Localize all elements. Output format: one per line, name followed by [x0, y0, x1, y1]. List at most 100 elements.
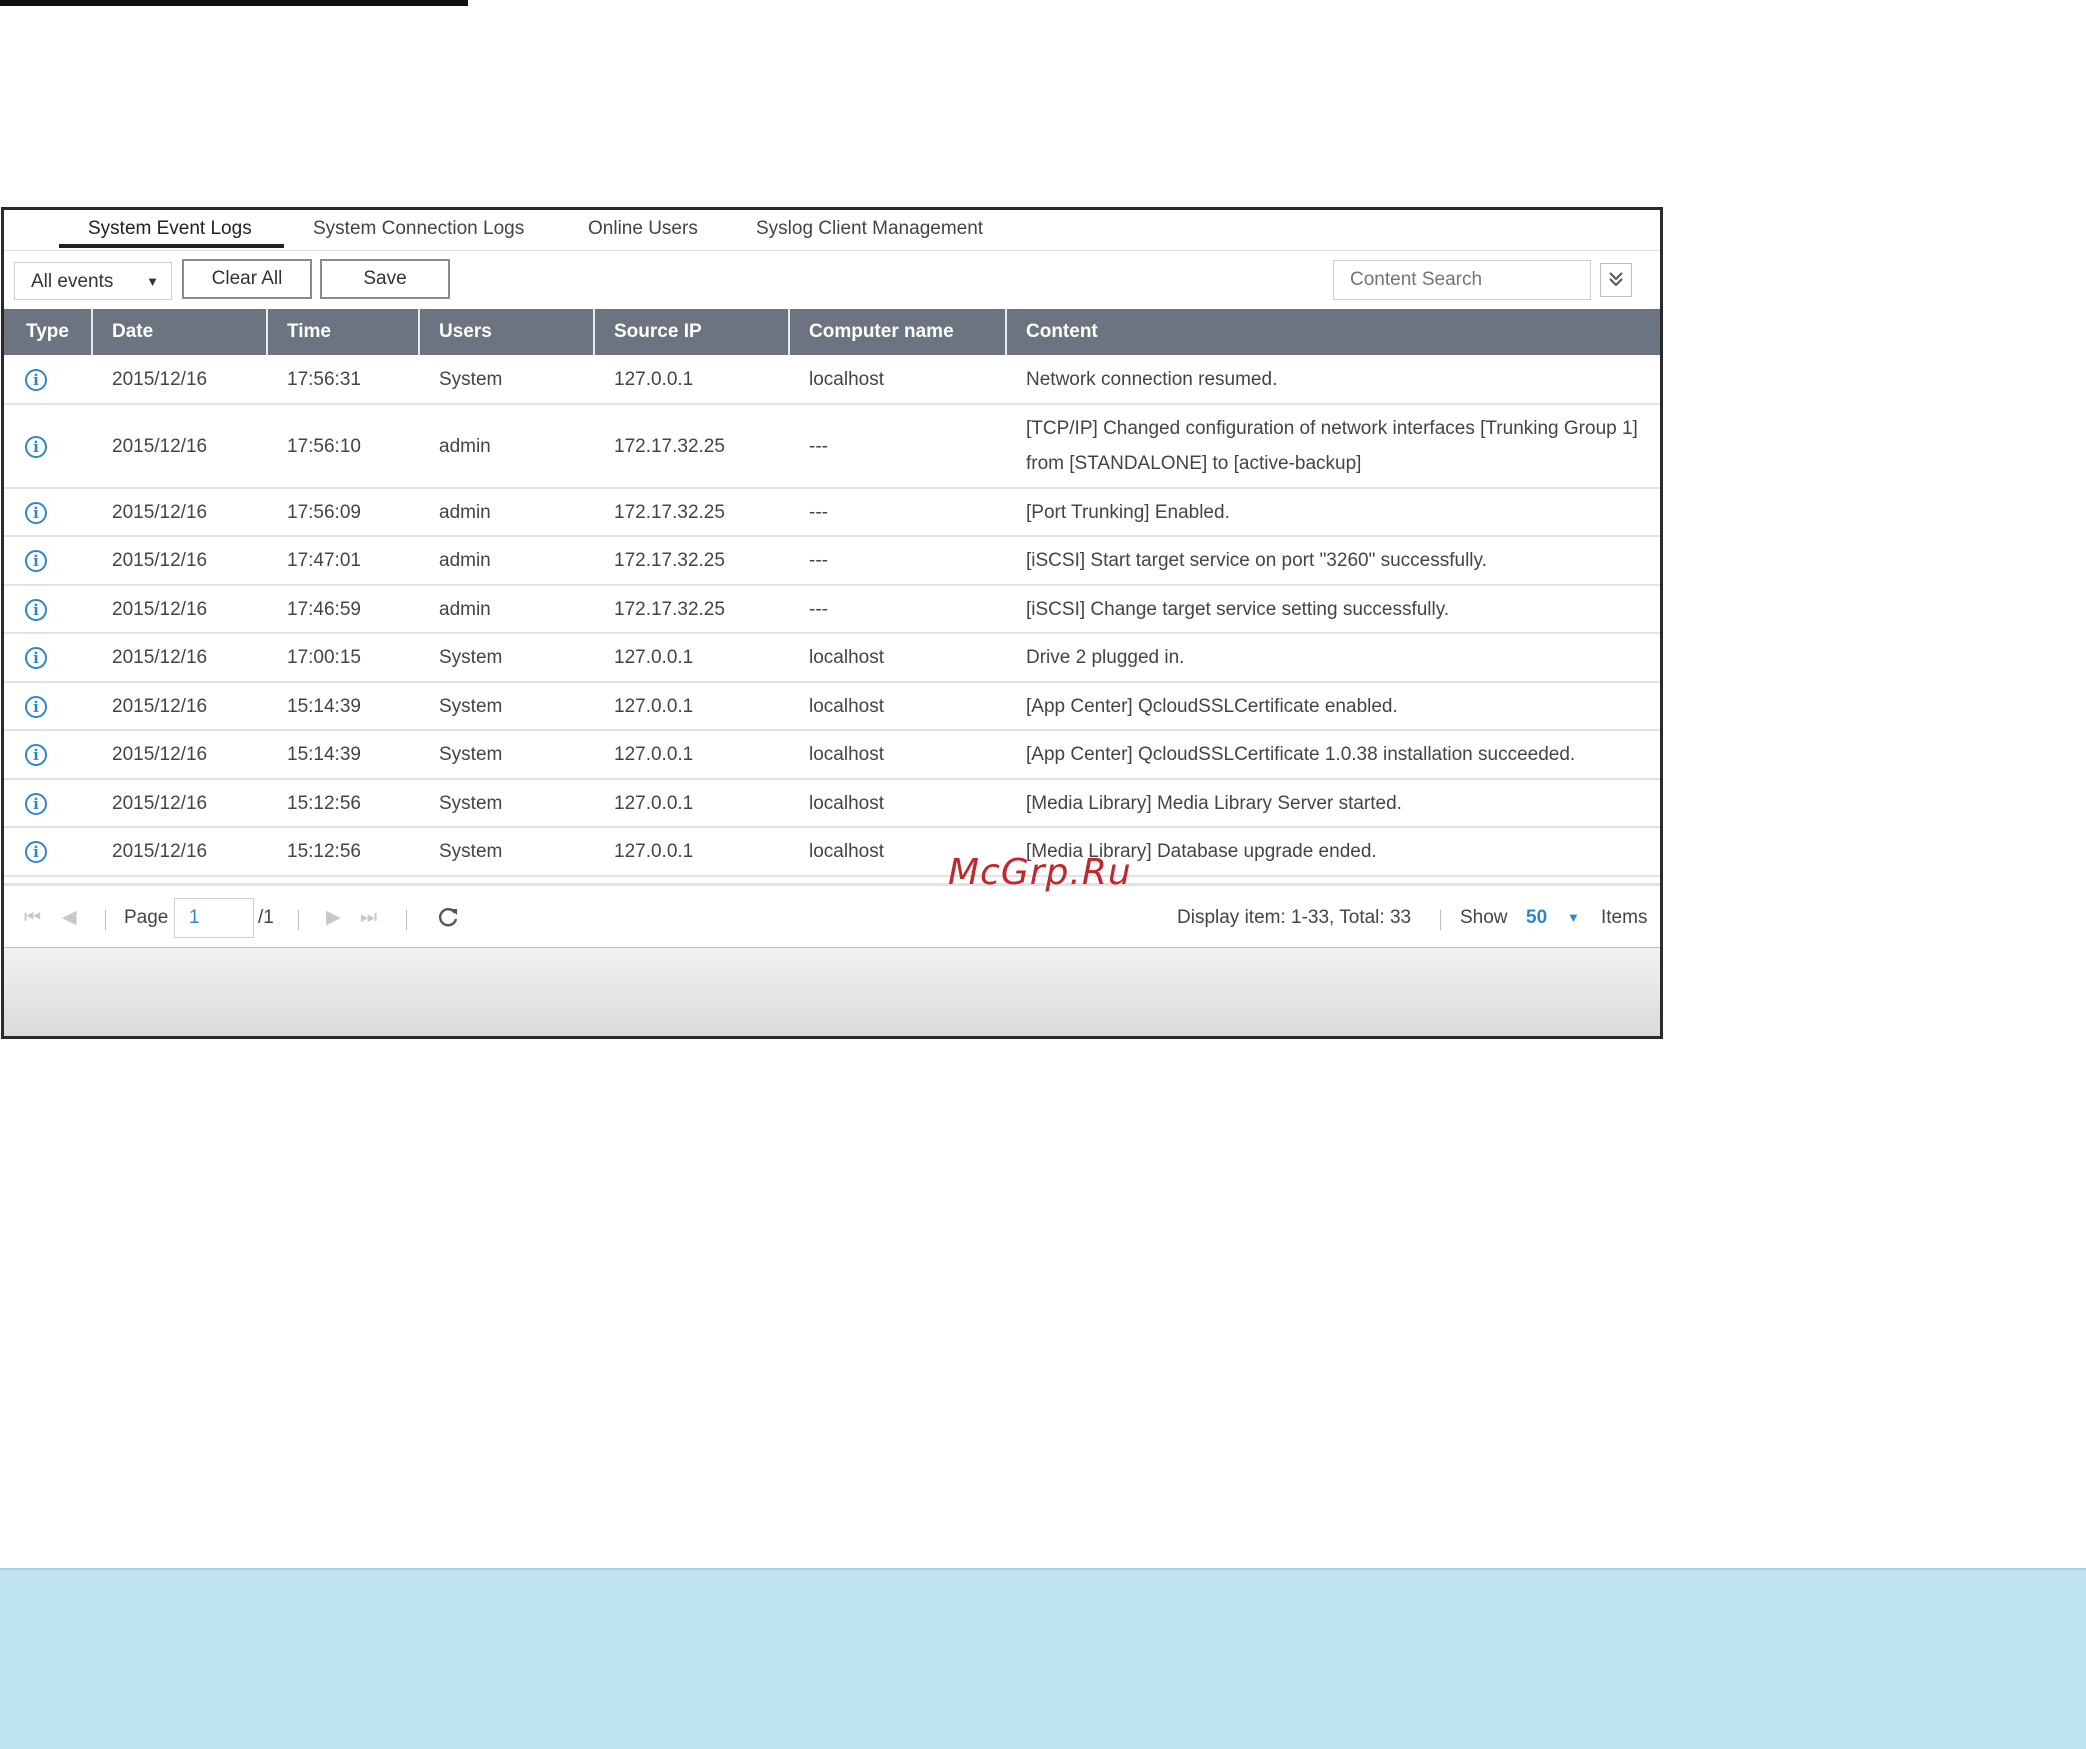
cell-user: System [439, 744, 503, 765]
cell-source-ip: 172.17.32.25 [614, 436, 725, 457]
table-row[interactable]: i 2015/12/16 17:00:15 System 127.0.0.1 l… [4, 634, 1660, 683]
cell-content: Network connection resumed. [1026, 369, 1278, 390]
cell-computer-name: --- [809, 502, 828, 523]
cell-user: admin [439, 599, 491, 620]
dropdown-caret-icon: ▼ [146, 274, 159, 289]
cell-user: System [439, 841, 503, 862]
first-page-icon[interactable]: ⏮ [24, 886, 41, 950]
cell-source-ip: 172.17.32.25 [614, 550, 725, 571]
note-box [0, 1568, 2086, 1749]
cell-date: 2015/12/16 [112, 550, 208, 571]
cell-user: admin [439, 436, 491, 457]
column-divider [266, 309, 268, 355]
column-source-ip[interactable]: Source IP [598, 309, 702, 355]
cell-source-ip: 127.0.0.1 [614, 841, 694, 862]
cell-computer-name: localhost [809, 793, 884, 814]
cell-content: [App Center] QcloudSSLCertificate 1.0.38… [1026, 744, 1576, 765]
window-bottom-panel [4, 947, 1660, 1036]
table-row[interactable]: i 2015/12/16 17:46:59 admin 172.17.32.25… [4, 586, 1660, 634]
cell-computer-name: localhost [809, 647, 884, 668]
tab-online-users[interactable]: Online Users [588, 218, 698, 250]
cell-source-ip: 172.17.32.25 [614, 599, 725, 620]
column-time[interactable]: Time [271, 309, 331, 355]
cell-content: Drive 2 plugged in. [1026, 647, 1185, 668]
cell-content: [iSCSI] Change target service setting su… [1026, 599, 1450, 620]
tab-syslog-client-management[interactable]: Syslog Client Management [756, 218, 983, 250]
table-row[interactable]: i 2015/12/16 17:56:09 admin 172.17.32.25… [4, 489, 1660, 537]
items-label: Items [1601, 907, 1648, 928]
save-button[interactable]: Save [320, 259, 450, 299]
info-icon: i [25, 502, 47, 524]
cell-source-ip: 172.17.32.25 [614, 502, 725, 523]
page-number-input[interactable]: 1 [174, 898, 254, 938]
toolbar: All events ▼ Clear All Save [4, 251, 1660, 311]
cell-time: 15:14:39 [287, 696, 361, 717]
cell-computer-name: --- [809, 436, 828, 457]
last-page-icon[interactable]: ⏭ [360, 886, 377, 950]
cell-source-ip: 127.0.0.1 [614, 744, 694, 765]
column-users[interactable]: Users [423, 309, 492, 355]
cell-date: 2015/12/16 [112, 841, 208, 862]
table-row[interactable]: i 2015/12/16 17:56:31 System 127.0.0.1 l… [4, 355, 1660, 405]
refresh-icon[interactable] [436, 886, 460, 950]
display-summary: Display item: 1-33, Total: 33 [1177, 907, 1412, 928]
double-chevron-down-icon[interactable] [1600, 263, 1632, 297]
cell-date: 2015/12/16 [112, 369, 208, 390]
cell-content: [Media Library] Media Library Server sta… [1026, 793, 1402, 814]
cell-computer-name: localhost [809, 369, 884, 390]
table-row[interactable]: i 2015/12/16 15:12:56 System 127.0.0.1 l… [4, 780, 1660, 828]
table-row[interactable]: i 2015/12/16 15:14:39 System 127.0.0.1 l… [4, 683, 1660, 731]
separator [298, 910, 299, 930]
info-icon: i [25, 793, 47, 815]
tab-system-connection-logs[interactable]: System Connection Logs [313, 218, 524, 250]
page-total: /1 [258, 907, 274, 928]
clear-all-button[interactable]: Clear All [182, 259, 312, 299]
page-label: Page [124, 907, 169, 928]
event-filter-select[interactable]: All events ▼ [14, 262, 172, 300]
info-icon: i [25, 550, 47, 572]
cell-content: [App Center] QcloudSSLCertificate enable… [1026, 696, 1398, 717]
cell-date: 2015/12/16 [112, 696, 208, 717]
separator [105, 910, 106, 930]
next-page-icon[interactable]: ▶ [326, 886, 341, 950]
log-window: System Event Logs System Connection Logs… [1, 207, 1663, 1039]
cell-user: System [439, 696, 503, 717]
cell-time: 15:12:56 [287, 793, 361, 814]
cell-time: 17:46:59 [287, 599, 361, 620]
cell-content: [Port Trunking] Enabled. [1026, 502, 1230, 523]
watermark: McGrp.Ru [948, 852, 1132, 893]
column-divider [91, 309, 93, 355]
column-divider [418, 309, 420, 355]
cell-time: 15:14:39 [287, 744, 361, 765]
cell-computer-name: localhost [809, 744, 884, 765]
cell-computer-name: localhost [809, 696, 884, 717]
table-row[interactable]: i 2015/12/16 15:12:56 System 127.0.0.1 l… [4, 828, 1660, 877]
table-row[interactable]: i 2015/12/16 17:56:10 admin 172.17.32.25… [4, 405, 1660, 489]
cell-source-ip: 127.0.0.1 [614, 793, 694, 814]
table-row[interactable]: i 2015/12/16 15:14:39 System 127.0.0.1 l… [4, 731, 1660, 780]
column-divider [593, 309, 595, 355]
cell-time: 17:56:31 [287, 369, 361, 390]
event-filter-value: All events [31, 271, 114, 292]
table-header: Type Date Time Users Source IP Computer … [4, 309, 1660, 355]
show-label: Show [1460, 907, 1508, 928]
table-row[interactable]: i 2015/12/16 17:47:01 admin 172.17.32.25… [4, 537, 1660, 586]
cell-computer-name: localhost [809, 841, 884, 862]
content-search-input[interactable] [1333, 260, 1591, 300]
column-computer-name[interactable]: Computer name [793, 309, 954, 355]
previous-page-icon[interactable]: ◀ [62, 886, 77, 950]
cell-date: 2015/12/16 [112, 744, 208, 765]
column-content[interactable]: Content [1010, 309, 1098, 355]
separator [406, 910, 407, 930]
column-divider [788, 309, 790, 355]
column-type[interactable]: Type [10, 309, 69, 355]
info-icon: i [25, 599, 47, 621]
cell-date: 2015/12/16 [112, 502, 208, 523]
cell-date: 2015/12/16 [112, 793, 208, 814]
page-size-value[interactable]: 50 [1526, 886, 1547, 950]
info-icon: i [25, 647, 47, 669]
info-icon: i [25, 841, 47, 863]
column-date[interactable]: Date [96, 309, 153, 355]
cell-user: admin [439, 502, 491, 523]
page-size-dropdown-icon[interactable]: ▼ [1567, 886, 1580, 950]
